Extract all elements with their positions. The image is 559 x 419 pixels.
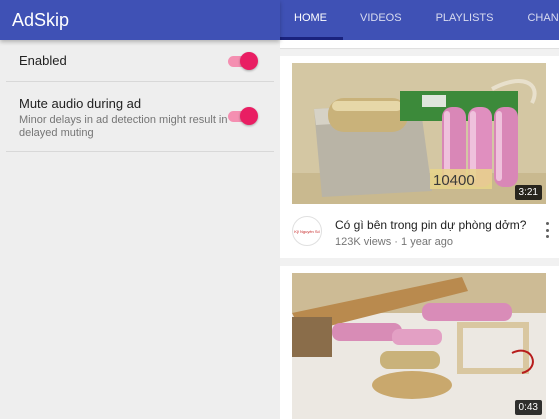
mute-audio-switch[interactable]	[228, 106, 258, 126]
video-title[interactable]: Có gì bên trong pin dự phòng dởm?	[335, 218, 526, 232]
feed-top-divider	[280, 40, 559, 49]
power-bank-thumbnail-image: 10400	[292, 63, 546, 204]
tab-videos[interactable]: VIDEOS	[343, 0, 419, 40]
app-title: AdSkip	[12, 9, 70, 30]
tab-channels[interactable]: CHANNELS	[510, 0, 559, 40]
video-card[interactable]: 10400 3:21 Kỹ Nguyên Số Có gì bên trong …	[280, 56, 559, 258]
pref-mute-audio[interactable]: Mute audio during ad Minor delays in ad …	[6, 82, 274, 152]
video-meta: 123K views · 1 year ago	[335, 236, 454, 248]
tab-home[interactable]: HOME	[280, 0, 343, 40]
screen: AdSkip Enabled Mute audio during ad Mino…	[0, 0, 559, 419]
switch-thumb	[240, 52, 258, 70]
pref-enabled-title: Enabled	[19, 53, 67, 68]
youtube-channel-panel: HOME VIDEOS PLAYLISTS CHANNELS	[280, 0, 559, 419]
battery-label-text: 10400	[433, 172, 475, 189]
video-thumbnail[interactable]: 0:43	[292, 273, 546, 419]
app-bar: AdSkip	[0, 0, 280, 40]
duration-badge: 3:21	[514, 185, 542, 200]
duration-badge: 0:43	[514, 400, 542, 415]
adskip-settings-panel: AdSkip Enabled Mute audio during ad Mino…	[0, 0, 280, 419]
batteries-hammer-thumbnail-image	[292, 273, 546, 419]
channel-avatar-text: Kỹ Nguyên Số	[294, 228, 320, 234]
channel-avatar[interactable]: Kỹ Nguyên Số	[292, 216, 322, 246]
switch-thumb	[240, 107, 258, 125]
channel-tab-bar: HOME VIDEOS PLAYLISTS CHANNELS	[280, 0, 559, 40]
video-thumbnail[interactable]: 10400 3:21	[292, 63, 546, 204]
tab-playlists[interactable]: PLAYLISTS	[419, 0, 511, 40]
pref-mute-summary: Minor delays in ad detection might resul…	[19, 114, 228, 139]
pref-enabled[interactable]: Enabled	[6, 40, 274, 82]
more-vert-icon[interactable]	[543, 222, 551, 238]
pref-mute-title: Mute audio during ad	[19, 96, 142, 111]
video-card[interactable]: 0:43	[280, 266, 559, 419]
enabled-switch[interactable]	[228, 51, 258, 71]
